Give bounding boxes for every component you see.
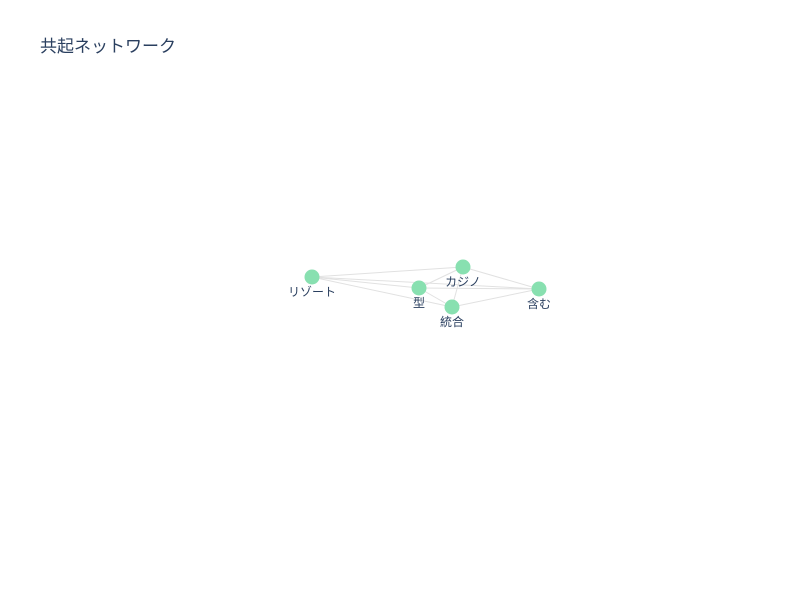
edge-tougou-fukumu xyxy=(451,288,540,308)
node-resort[interactable] xyxy=(304,269,320,285)
node-label-fukumu: 含む xyxy=(527,296,551,311)
node-tougou[interactable] xyxy=(444,299,460,315)
node-label-gata: 型 xyxy=(413,296,425,310)
node-casino[interactable] xyxy=(455,259,471,275)
node-fukumu[interactable] xyxy=(531,281,547,297)
node-label-tougou: 統合 xyxy=(440,314,464,329)
node-label-resort: リゾート xyxy=(288,285,336,299)
node-label-casino: カジノ xyxy=(445,275,481,289)
edge-resort-casino xyxy=(311,266,464,278)
network-graph: リゾート カジノ型統合 含む xyxy=(288,259,551,329)
node-gata[interactable] xyxy=(411,280,427,296)
